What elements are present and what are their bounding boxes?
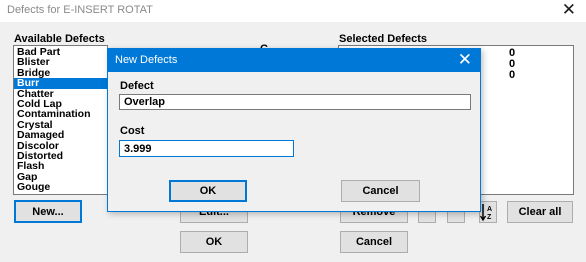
cost-label: Cost <box>120 125 145 137</box>
window-title: Defects for E-INSERT ROTAT <box>7 4 153 16</box>
list-item[interactable]: Damaged <box>14 130 107 141</box>
available-defects-header: Available Defects <box>14 33 105 45</box>
dialog-title-bar: New Defects ✕ <box>108 49 480 72</box>
selected-defects-header: Selected Defects <box>339 33 428 45</box>
dialog-title: New Defects <box>115 54 178 66</box>
cancel-button[interactable]: Cancel <box>340 231 408 253</box>
clear-all-button[interactable]: Clear all <box>507 201 573 223</box>
new-button[interactable]: New... <box>14 200 82 223</box>
selected-cost-value: 0 <box>509 69 516 81</box>
sort-az-button[interactable]: A Z <box>479 201 497 223</box>
cost-input[interactable]: 3.999 <box>119 140 294 157</box>
defect-input[interactable]: Overlap <box>119 94 471 110</box>
list-item[interactable]: Gouge <box>14 182 107 193</box>
dialog-cancel-button[interactable]: Cancel <box>341 180 420 202</box>
close-icon[interactable]: ✕ <box>562 1 576 19</box>
sort-az-icon: A Z <box>479 204 492 222</box>
svg-text:A: A <box>487 206 492 213</box>
ok-button[interactable]: OK <box>180 231 248 253</box>
svg-text:Z: Z <box>487 214 492 221</box>
list-item[interactable]: Burr <box>14 78 107 89</box>
title-bar: Defects for E-INSERT ROTAT ✕ <box>0 0 586 22</box>
new-defects-dialog: New Defects ✕ Defect Overlap Cost 3.999 … <box>107 48 481 212</box>
dialog-close-icon[interactable]: ✕ <box>458 50 472 70</box>
dialog-ok-button[interactable]: OK <box>169 180 247 202</box>
available-defects-list[interactable]: Bad Part Blister Bridge Burr Chatter Cold Lap… <box>13 45 108 195</box>
defect-label: Defect <box>120 80 154 92</box>
